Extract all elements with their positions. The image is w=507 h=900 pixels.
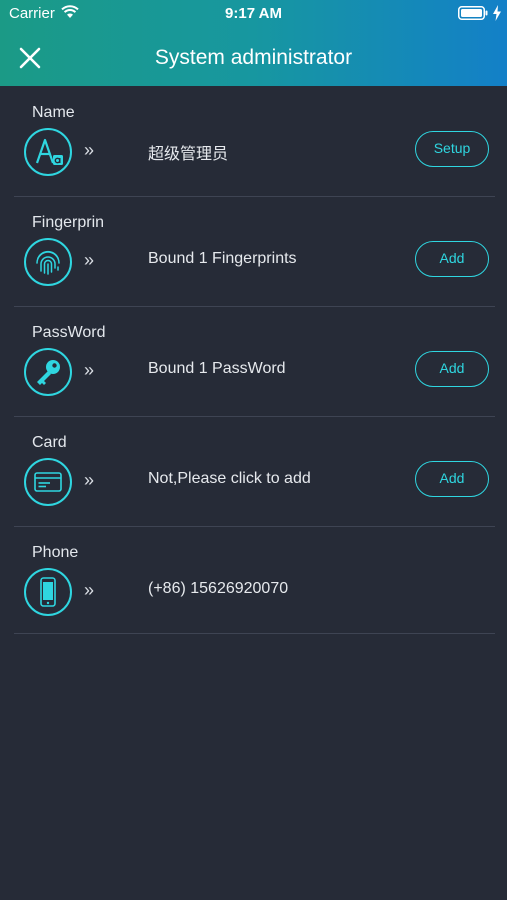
fingerprint-row: Fingerprin » Bound 1 Fingerprints Add (0, 196, 507, 306)
chevron-right-icon: » (84, 470, 94, 490)
password-value: Bound 1 PassWord (148, 360, 286, 377)
status-time: 9:17 AM (225, 5, 282, 22)
status-bar: Carrier 9:17 AM (0, 0, 507, 28)
password-icon-circle (24, 348, 72, 396)
name-row: Name » 超级管理员 Setup (0, 86, 507, 196)
fingerprint-add-button[interactable]: Add (415, 241, 489, 277)
card-value: Not,Please click to add (148, 470, 311, 487)
phone-icon-circle (24, 568, 72, 616)
card-icon (34, 472, 62, 492)
card-icon-circle (24, 458, 72, 506)
divider (14, 633, 495, 634)
fingerprint-label: Fingerprin (32, 214, 105, 231)
chevron-right-icon: » (84, 580, 94, 600)
name-setup-button[interactable]: Setup (415, 131, 489, 167)
phone-value: (+86) 15626920070 (148, 580, 289, 597)
card-row: Card » Not,Please click to add Add (0, 416, 507, 526)
password-row: PassWord » Bound 1 PassWord Add (0, 306, 507, 416)
chevron-right-icon: » (84, 360, 94, 380)
key-icon (37, 360, 60, 385)
name-value: 超级管理员 (148, 146, 229, 163)
name-label: Name (32, 104, 75, 121)
header-bar: Carrier 9:17 AM System administrator (0, 0, 507, 86)
phone-label: Phone (32, 544, 79, 561)
fingerprint-icon-circle (24, 238, 72, 286)
chevron-right-icon: » (84, 140, 94, 160)
password-label: PassWord (32, 324, 106, 341)
card-label: Card (32, 434, 67, 451)
name-icon-circle (24, 128, 72, 176)
charging-bolt-icon (493, 5, 501, 21)
font-icon (35, 138, 63, 165)
page-title: System administrator (154, 46, 353, 69)
battery-icon (458, 6, 488, 20)
phone-icon (40, 577, 56, 607)
fingerprint-value: Bound 1 Fingerprints (148, 250, 297, 267)
phone-row: Phone » (+86) 15626920070 (0, 526, 507, 636)
fingerprint-icon (36, 250, 60, 275)
password-add-button[interactable]: Add (415, 351, 489, 387)
card-add-button[interactable]: Add (415, 461, 489, 497)
chevron-right-icon: » (84, 250, 94, 270)
